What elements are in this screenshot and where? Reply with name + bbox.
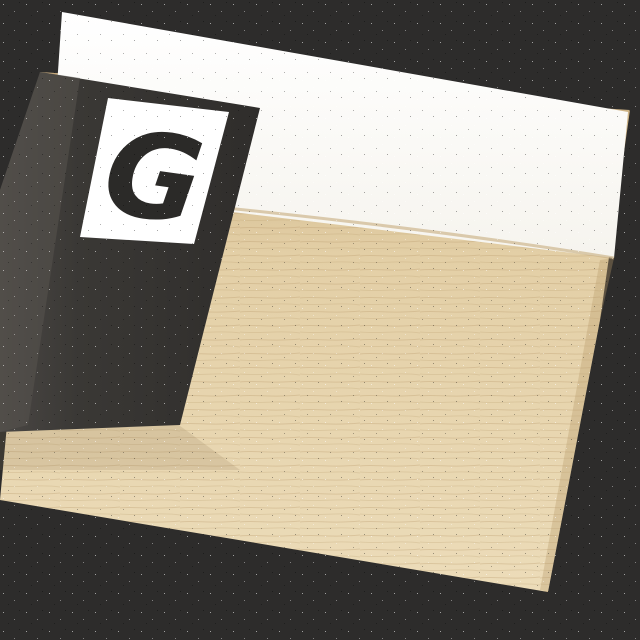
noise-overlay [0, 0, 640, 640]
scene-canvas: G [0, 0, 640, 640]
photo-scene: G [0, 0, 640, 640]
